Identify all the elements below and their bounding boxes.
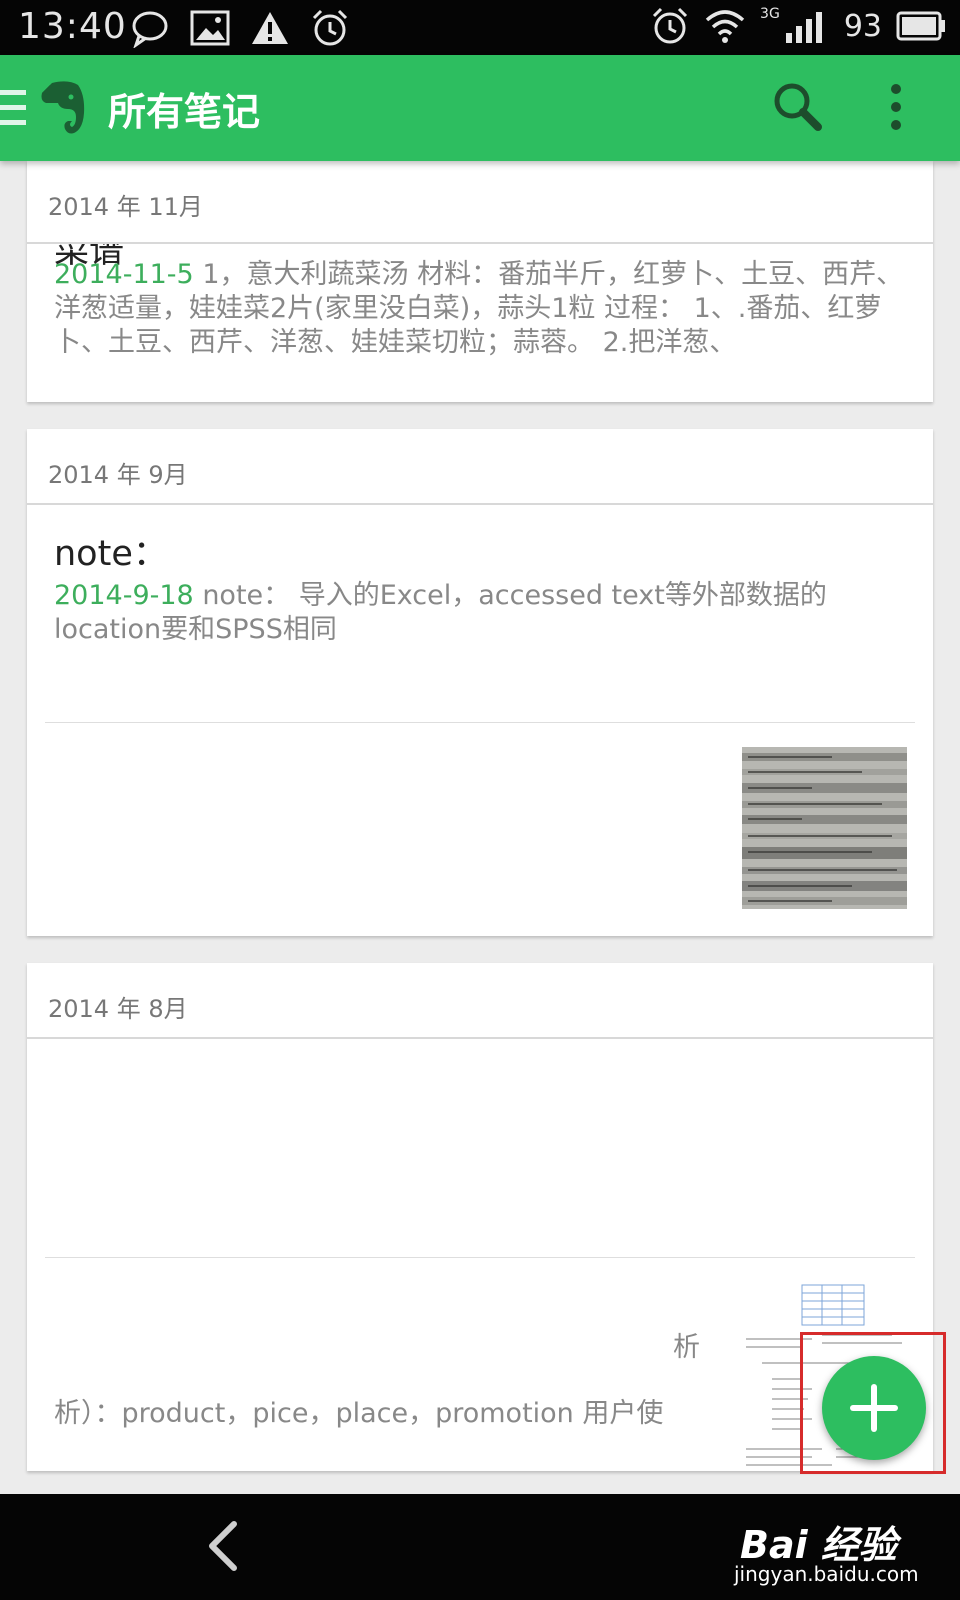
status-time: 13:40 <box>18 6 127 47</box>
new-note-button[interactable] <box>822 1356 926 1460</box>
status-bar: 13:40 3G 93 <box>0 0 960 55</box>
page-title: 所有笔记 <box>108 90 261 134</box>
search-icon[interactable] <box>772 81 822 131</box>
watermark-url: jingyan.baidu.com <box>734 1562 919 1586</box>
note-snippet-line2: 析）：product，pice，place，promotion 用户使 <box>54 1398 664 1429</box>
chat-bubble-icon <box>132 11 168 48</box>
document-thumbnail[interactable] <box>742 747 907 909</box>
section-header: 2014 年 11月 <box>27 161 933 244</box>
notification-icons <box>130 8 350 48</box>
section-header: 2014 年 9月 <box>27 429 933 505</box>
warning-icon <box>252 12 288 44</box>
section-header: 2014 年 8月 <box>27 963 933 1039</box>
note-item[interactable]: 析 析）：product，pice，place，promotion 用户使 <box>27 1039 933 1471</box>
system-icons: 3G 93 <box>650 6 946 46</box>
note-snippet-line1: 析 <box>673 1332 700 1363</box>
evernote-logo-icon <box>41 81 85 134</box>
section-card-nov-2014: 2014 年 11月 菜谱 2014-11-5 1，意大利蔬菜汤 材料：番茄半斤… <box>27 161 933 402</box>
watermark-logo: Bai 经验 <box>740 1523 897 1567</box>
note-date: 2014-9-18 <box>54 580 194 611</box>
section-header-label: 2014 年 9月 <box>48 461 188 489</box>
menu-icon[interactable] <box>0 88 26 128</box>
battery-percent: 93 <box>843 8 882 44</box>
alarm-icon <box>652 7 688 44</box>
note-date: 2014-11-5 <box>54 259 194 290</box>
back-icon[interactable] <box>206 1520 240 1572</box>
section-header-label: 2014 年 8月 <box>48 995 188 1023</box>
app-bar: 所有笔记 <box>0 55 960 161</box>
section-card-aug-2014: 2014 年 8月 析 析）：product，pice，place，promot… <box>27 963 933 1471</box>
divider <box>45 722 915 723</box>
navigation-bar: Bai 经验 jingyan.baidu.com <box>0 1494 960 1600</box>
battery-icon <box>896 11 945 41</box>
image-icon <box>190 10 230 46</box>
signal-icon <box>785 12 822 43</box>
network-type: 3G <box>760 6 780 22</box>
note-item[interactable]: 菜谱 2014-11-5 1，意大利蔬菜汤 材料：番茄半斤，红萝卜、土豆、西芹、… <box>27 244 933 402</box>
section-header-label: 2014 年 11月 <box>48 193 203 221</box>
plus-icon-vertical <box>871 1384 877 1432</box>
note-item[interactable]: note： 2014-9-18 note： 导入的Excel，accessed … <box>27 505 933 936</box>
note-snippet: 2014-9-18 note： 导入的Excel，accessed text等外… <box>54 579 854 647</box>
section-card-sep-2014: 2014 年 9月 note： 2014-9-18 note： 导入的Excel… <box>27 429 933 936</box>
wifi-icon <box>705 10 745 43</box>
more-options-icon[interactable] <box>890 83 902 131</box>
note-title: note： <box>54 534 168 574</box>
alarm-icon <box>312 9 348 46</box>
divider <box>45 1257 915 1258</box>
note-snippet: 2014-11-5 1，意大利蔬菜汤 材料：番茄半斤，红萝卜、土豆、西芹、洋葱适… <box>54 258 904 360</box>
